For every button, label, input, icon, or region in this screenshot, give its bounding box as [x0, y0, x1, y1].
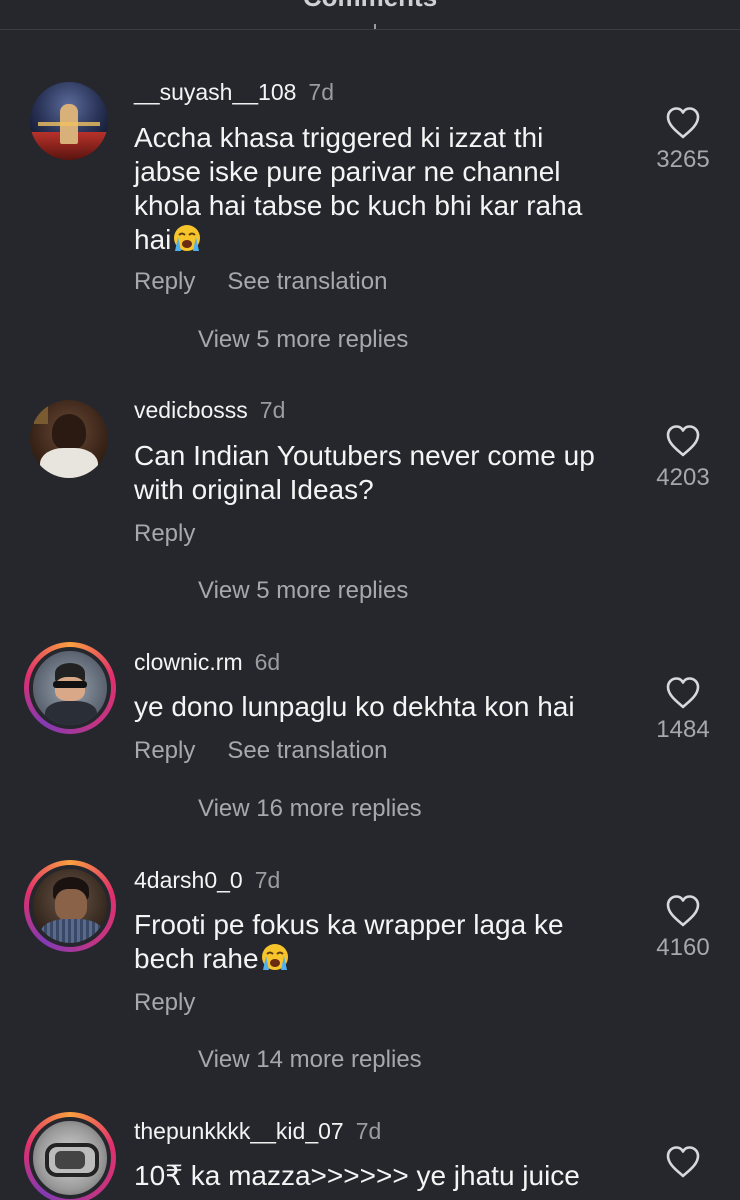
avatar[interactable]	[24, 860, 116, 952]
heart-icon[interactable]	[650, 894, 716, 928]
timestamp: 6d	[254, 649, 281, 675]
like-count: 4203	[656, 464, 710, 491]
view-more-replies-button[interactable]: View 14 more replies	[198, 1046, 422, 1074]
avatar[interactable]	[24, 1112, 116, 1200]
drag-indicator	[374, 24, 376, 29]
heart-icon[interactable]	[650, 106, 716, 140]
see-translation-button[interactable]: See translation	[227, 737, 387, 764]
comment-text: ye dono lunpaglu ko dekhta kon hai	[134, 691, 575, 722]
avatar[interactable]	[30, 82, 108, 160]
view-more-replies-button[interactable]: View 5 more replies	[198, 577, 408, 605]
avatar[interactable]	[30, 400, 108, 478]
like-count: 1484	[656, 716, 710, 743]
comment-text: Can Indian Youtubers never come up with …	[134, 440, 595, 505]
avatar[interactable]	[24, 642, 116, 734]
like-count: 4160	[656, 934, 710, 961]
view-more-replies-button[interactable]: View 16 more replies	[198, 795, 422, 823]
timestamp: 7d	[308, 79, 335, 105]
comment-text: Frooti pe fokus ka wrapper laga ke bech …	[134, 909, 564, 974]
username[interactable]: vedicbosss	[134, 397, 248, 423]
heart-icon[interactable]	[650, 424, 716, 458]
heart-icon[interactable]	[650, 1145, 716, 1179]
username[interactable]: thepunkkkk__kid_07	[134, 1118, 344, 1144]
timestamp: 7d	[254, 867, 281, 893]
view-more-replies-button[interactable]: View 5 more replies	[198, 326, 408, 354]
heart-icon[interactable]	[650, 676, 716, 710]
see-translation-button[interactable]: See translation	[227, 268, 387, 295]
reply-button[interactable]: Reply	[134, 989, 195, 1016]
timestamp: 7d	[259, 397, 286, 423]
reply-button[interactable]: Reply	[134, 737, 195, 764]
username[interactable]: 4darsh0_0	[134, 867, 243, 893]
username[interactable]: __suyash__108	[134, 79, 296, 105]
reply-button[interactable]: Reply	[134, 268, 195, 295]
like-count: 3265	[656, 146, 710, 173]
username[interactable]: clownic.rm	[134, 649, 243, 675]
timestamp: 7d	[355, 1118, 382, 1144]
comment-text: 10₹ ka mazza>>>>>> ye jhatu juice	[134, 1160, 580, 1191]
comment-text: Accha khasa triggered ki izzat thi jabse…	[134, 122, 583, 255]
comments-header: Comments	[0, 0, 740, 30]
header-title: Comments	[0, 0, 740, 13]
reply-button[interactable]: Reply	[134, 520, 195, 547]
loudly-crying-face-icon	[171, 223, 203, 253]
loudly-crying-face-icon	[259, 942, 291, 972]
